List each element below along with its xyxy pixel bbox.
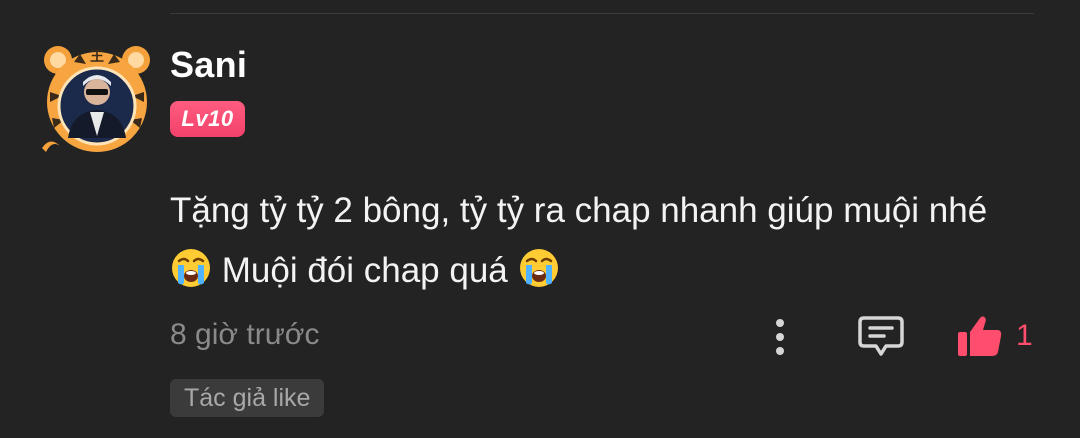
top-divider (170, 13, 1034, 14)
crying-face-icon (172, 249, 210, 287)
like-button[interactable]: 1 (956, 312, 1040, 360)
comment-text-part1: Tặng tỷ tỷ 2 bông, tỷ tỷ ra chap nhanh g… (170, 191, 988, 230)
like-count: 1 (1016, 319, 1033, 352)
avatar[interactable]: 王 (40, 40, 154, 156)
comment-timestamp: 8 giờ trước (170, 318, 320, 351)
tiger-forehead-mark: 王 (90, 49, 104, 65)
thumbs-up-icon (958, 316, 1002, 356)
more-vertical-icon (776, 319, 784, 355)
reply-button[interactable] (856, 314, 906, 360)
comment-text: Tặng tỷ tỷ 2 bông, tỷ tỷ ra chap nhanh g… (170, 181, 1030, 301)
comment-reply-icon (858, 316, 904, 356)
username[interactable]: Sani (170, 44, 247, 86)
more-options-button[interactable] (764, 316, 796, 358)
level-badge: Lv10 (170, 101, 245, 137)
comment-text-part2: Muội đói chap quá (221, 251, 508, 290)
crying-face-icon (519, 249, 558, 287)
tiger-avatar-frame: 王 (42, 46, 150, 152)
author-liked-tag: Tác giả like (170, 379, 325, 417)
